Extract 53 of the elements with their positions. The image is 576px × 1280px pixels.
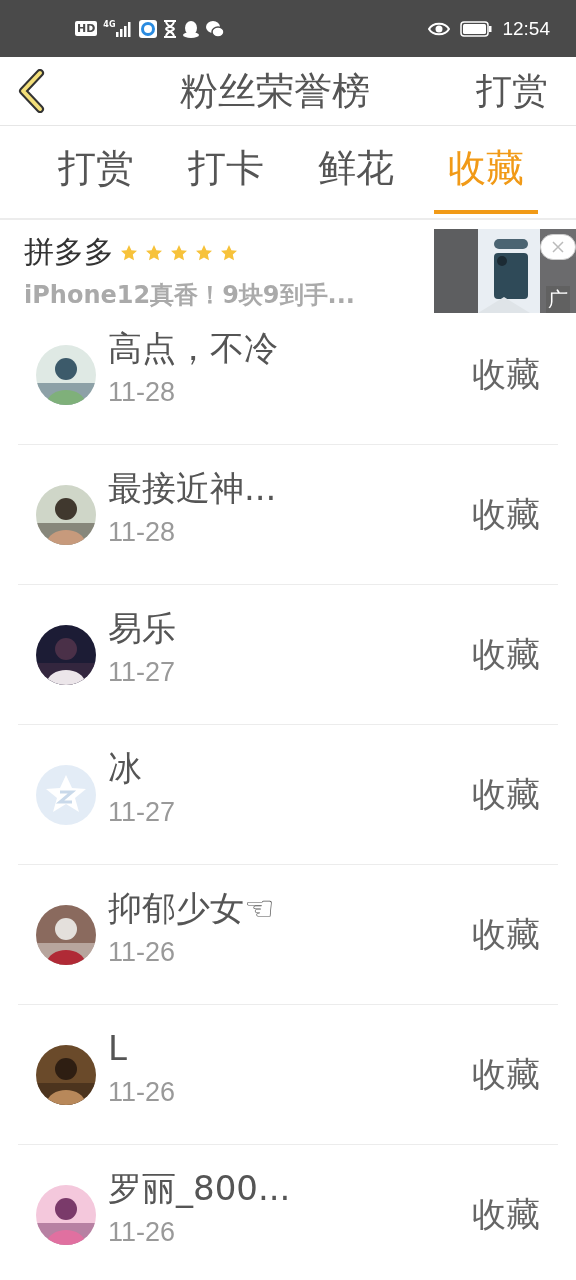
hourglass-icon [163,19,178,38]
tab[interactable]: 打卡 [174,126,278,214]
action-label: 收藏 [472,772,540,816]
star-icon [145,243,163,262]
back-icon [16,69,46,113]
action-label: 收藏 [472,1052,540,1096]
ad-title: 拼多多 [24,233,114,271]
user-name: 最接近神... [108,466,278,510]
date-text: 11-26 [108,1075,177,1109]
action-label: 收藏 [472,1192,540,1236]
star-icon [195,243,213,262]
page-title: 粉丝荣誉榜 [180,67,370,115]
clock-time: 12:54 [502,17,550,40]
action-label: 收藏 [472,632,540,676]
user-name: 抑郁少女☜ [108,886,276,930]
date-text: 11-27 [108,795,177,829]
star-icon [120,243,138,262]
tab[interactable]: 打赏 [44,126,148,214]
user-name: L [108,1026,128,1070]
date-text: 11-26 [108,935,177,969]
star-icon [170,243,188,262]
signal-icon [115,20,134,37]
date-text: 11-27 [108,655,177,689]
list-row[interactable]: 易乐 11-27 收藏 [18,585,558,725]
list-row[interactable]: 罗丽_800... 11-26 收藏 [18,1145,558,1280]
close-icon [551,240,565,254]
tab[interactable]: 鲜花 [304,126,408,214]
battery-icon [460,20,493,37]
date-text: 11-28 [108,515,177,549]
list-row[interactable]: 最接近神... 11-28 收藏 [18,445,558,585]
action-label: 收藏 [472,492,540,536]
hd-indicator: HD [75,21,98,36]
eye-icon [428,21,451,36]
date-text: 11-28 [108,375,177,409]
user-name: 高点，不冷 [108,326,279,370]
app-icon [139,19,158,38]
reward-button[interactable]: 打赏 [476,66,548,116]
penguin-icon [183,19,200,38]
action-label: 收藏 [472,912,540,956]
back-button[interactable] [16,69,46,113]
list-row[interactable]: 冰 11-27 收藏 [18,725,558,865]
date-text: 11-26 [108,1215,177,1249]
network-label: 4G [103,20,116,29]
action-label: 收藏 [472,352,540,396]
chat-icon [205,19,226,38]
star-icon [220,243,238,262]
user-name: 冰 [108,746,143,790]
list-row[interactable]: L 11-26 收藏 [18,1005,558,1145]
default-avatar-icon [36,764,96,825]
user-name: 易乐 [108,606,177,650]
user-name: 罗丽_800... [108,1166,292,1210]
ad-label: 广 [546,286,570,313]
list-row[interactable]: 抑郁少女☜ 11-26 收藏 [18,865,558,1005]
